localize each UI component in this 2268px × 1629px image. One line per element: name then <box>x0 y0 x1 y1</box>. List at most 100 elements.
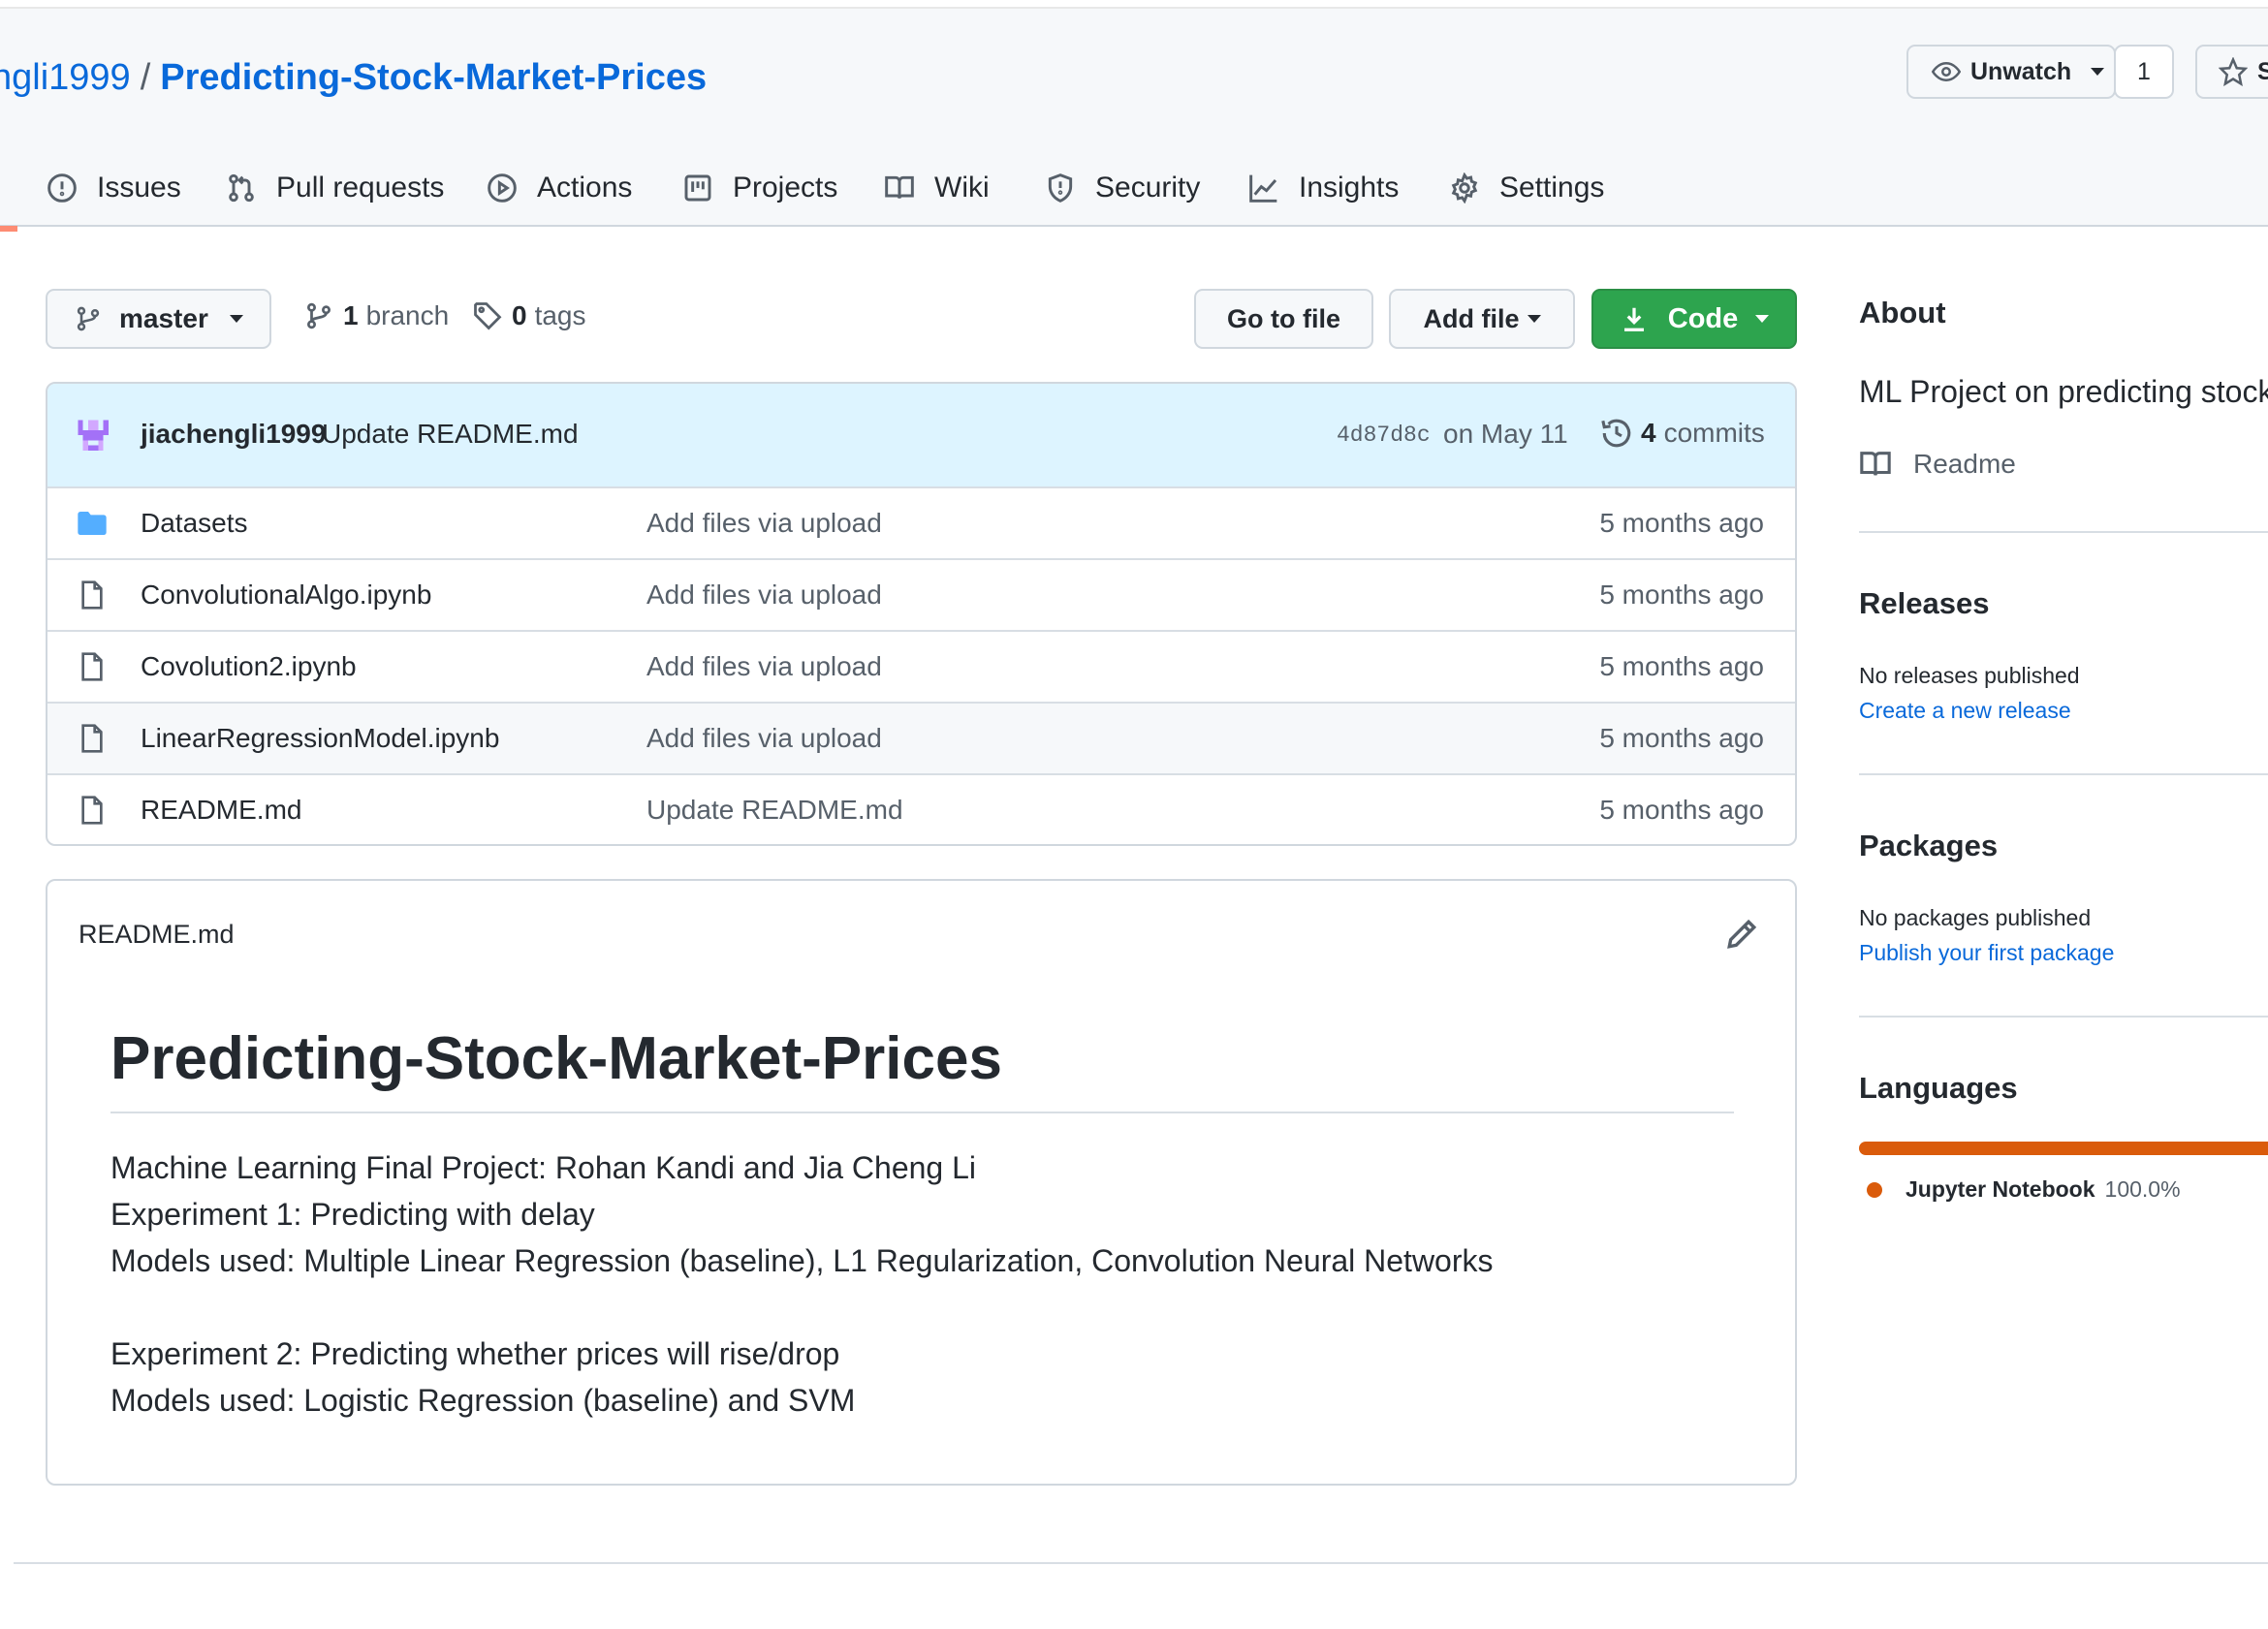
tab-projects[interactable]: Projects <box>682 172 837 204</box>
latest-commit-bar: jiachengli1999 Update README.md 4d87d8c … <box>47 384 1795 488</box>
repo-title: ngli1999/Predicting-Stock-Market-Prices <box>0 57 707 99</box>
book-icon <box>1860 452 1891 476</box>
star-icon <box>2219 57 2248 86</box>
branch-icon <box>307 302 331 329</box>
file-age: 5 months ago <box>1599 723 1764 753</box>
tab-pull-requests[interactable]: Pull requests <box>226 172 444 204</box>
unwatch-button[interactable]: Unwatch <box>1906 45 2116 99</box>
code-button[interactable]: Code <box>1591 289 1797 349</box>
commit-date: on May 11 <box>1443 419 1568 449</box>
file-row[interactable]: LinearRegressionModel.ipynb Add files vi… <box>47 702 1795 773</box>
commit-label: commits <box>1663 418 1765 448</box>
tab-actions[interactable]: Actions <box>487 172 632 204</box>
pull-request-icon <box>229 173 254 203</box>
readme-line: Models used: Logistic Regression (baseli… <box>110 1383 856 1418</box>
language-percent: 100.0% <box>2104 1176 2181 1202</box>
tab-label: Projects <box>733 172 838 204</box>
publish-package-link[interactable]: Publish your first package <box>1859 940 2114 966</box>
commit-message-link[interactable]: Update README.md <box>322 419 579 450</box>
sidebar-divider <box>1859 773 2268 775</box>
readme-link-label: Readme <box>1913 449 2016 479</box>
file-row[interactable]: Covolution2.ipynb Add files via upload 5… <box>47 630 1795 702</box>
file-age: 5 months ago <box>1599 795 1764 825</box>
star-button[interactable]: S <box>2195 45 2268 99</box>
branch-icon <box>77 306 100 331</box>
repo-name-link[interactable]: Predicting-Stock-Market-Prices <box>160 57 707 98</box>
commit-sha-link[interactable]: 4d87d8c <box>1337 423 1431 448</box>
file-commit-link[interactable]: Add files via upload <box>646 723 882 754</box>
tags-link[interactable]: 0 tags <box>473 300 586 331</box>
readme-line: Experiment 1: Predicting with delay <box>110 1197 595 1232</box>
file-row[interactable]: ConvolutionalAlgo.ipynb Add files via up… <box>47 558 1795 630</box>
issue-icon <box>47 173 77 203</box>
tab-security[interactable]: Security <box>1045 172 1200 204</box>
gear-icon <box>1451 172 1478 204</box>
readme-link[interactable]: Readme <box>1859 448 2016 481</box>
tab-issues[interactable]: Issues <box>47 172 181 204</box>
footer-divider <box>14 1562 2268 1564</box>
file-name-link[interactable]: LinearRegressionModel.ipynb <box>141 723 499 754</box>
tag-label: tags <box>534 300 586 330</box>
history-icon <box>1601 419 1631 448</box>
go-to-file-button[interactable]: Go to file <box>1194 289 1373 349</box>
tag-count: 0 <box>512 300 527 330</box>
readme-panel: README.md Predicting-Stock-Market-Prices… <box>46 879 1797 1486</box>
readme-line: Models used: Multiple Linear Regression … <box>110 1243 1494 1278</box>
branch-select-button[interactable]: master <box>46 289 271 349</box>
language-name: Jupyter Notebook <box>1906 1176 2095 1202</box>
tab-insights[interactable]: Insights <box>1248 172 1399 204</box>
chevron-down-icon <box>229 315 243 323</box>
sidebar-divider <box>1859 531 2268 533</box>
add-file-label: Add file <box>1423 303 1520 333</box>
graph-icon <box>1249 174 1277 203</box>
file-row[interactable]: Datasets Add files via upload 5 months a… <box>47 486 1795 558</box>
readme-filename: README.md <box>79 920 235 949</box>
file-name-link[interactable]: ConvolutionalAlgo.ipynb <box>141 580 431 611</box>
tab-label: Settings <box>1499 172 1605 204</box>
play-icon <box>488 173 517 203</box>
chevron-down-icon <box>1527 315 1541 323</box>
file-age: 5 months ago <box>1599 508 1764 538</box>
commit-author-link[interactable]: jiachengli1999 <box>141 419 326 450</box>
project-icon <box>684 174 711 202</box>
add-file-button[interactable]: Add file <box>1389 289 1575 349</box>
readme-body: Machine Learning Final Project: Rohan Ka… <box>110 1144 1494 1424</box>
file-commit-link[interactable]: Add files via upload <box>646 651 882 682</box>
tab-label: Insights <box>1299 172 1400 204</box>
file-icon <box>81 652 103 681</box>
tab-wiki[interactable]: Wiki <box>884 172 990 204</box>
create-release-link[interactable]: Create a new release <box>1859 698 2071 724</box>
repo-tabs: Issues Pull requests Actions Projects Wi… <box>0 154 1648 232</box>
repo-separator: / <box>140 57 151 98</box>
file-name-link[interactable]: Covolution2.ipynb <box>141 651 357 682</box>
language-dot <box>1867 1181 1882 1198</box>
file-icon <box>81 796 103 825</box>
releases-heading[interactable]: Releases <box>1859 586 1989 621</box>
commits-link[interactable]: 4 commits <box>1600 417 1765 450</box>
releases-text: No releases published <box>1859 663 2080 688</box>
active-tab-indicator <box>0 226 17 232</box>
shield-icon <box>1048 173 1073 203</box>
chevron-down-icon <box>1755 315 1770 323</box>
pencil-icon[interactable] <box>1725 918 1758 951</box>
packages-heading[interactable]: Packages <box>1859 829 1998 863</box>
avatar[interactable] <box>73 415 113 455</box>
file-browser: jiachengli1999 Update README.md 4d87d8c … <box>46 382 1797 846</box>
language-item[interactable]: Jupyter Notebook 100.0% <box>1867 1176 2181 1203</box>
watch-count[interactable]: 1 <box>2114 45 2174 99</box>
tab-settings[interactable]: Settings <box>1449 172 1604 204</box>
tab-label: Actions <box>537 172 633 204</box>
file-row[interactable]: README.md Update README.md 5 months ago <box>47 773 1795 844</box>
branch-label: branch <box>365 300 450 330</box>
commit-count: 4 <box>1641 418 1656 448</box>
file-name-link[interactable]: README.md <box>141 795 301 826</box>
file-name-link[interactable]: Datasets <box>141 508 248 539</box>
branches-link[interactable]: 1 branch <box>304 300 449 331</box>
file-commit-link[interactable]: Update README.md <box>646 795 903 826</box>
repo-owner-link[interactable]: ngli1999 <box>0 57 131 98</box>
file-commit-link[interactable]: Add files via upload <box>646 580 882 611</box>
book-icon <box>885 175 914 199</box>
file-age: 5 months ago <box>1599 580 1764 610</box>
unwatch-label: Unwatch <box>1970 57 2072 85</box>
file-commit-link[interactable]: Add files via upload <box>646 508 882 539</box>
